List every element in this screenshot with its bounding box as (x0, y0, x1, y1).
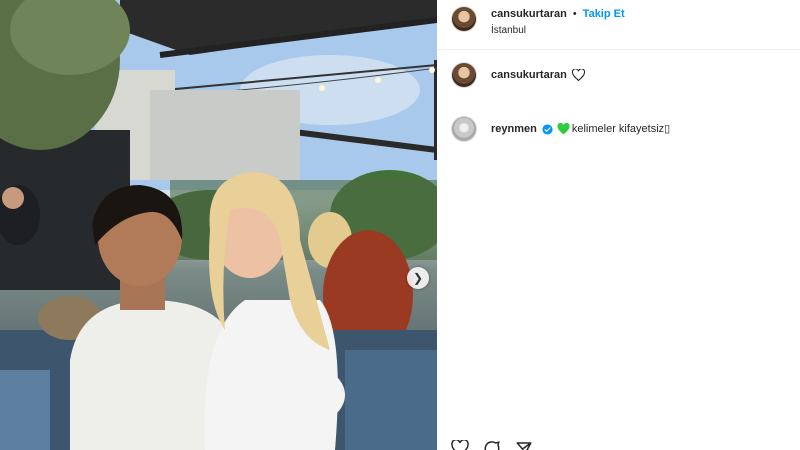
verified-badge-icon (542, 123, 553, 135)
author-username[interactable]: cansukurtaran (491, 7, 567, 21)
caption-username[interactable]: cansukurtaran (491, 68, 567, 82)
comment-icon[interactable] (483, 440, 501, 450)
comment-text-row: reynmen kelimeler kifayetsiz▯ (491, 122, 670, 136)
caption-comment: cansukurtaran (437, 62, 585, 88)
comment-item: reynmen kelimeler kifayetsiz▯ (437, 116, 670, 142)
share-icon[interactable] (515, 440, 533, 450)
post-actions-bar (451, 440, 533, 450)
post-location[interactable]: İstanbul (491, 25, 625, 36)
like-icon[interactable] (451, 440, 469, 450)
commenter-avatar[interactable] (451, 116, 477, 142)
post-header: cansukurtaran • Takip Et İstanbul (437, 0, 800, 50)
post-side-panel: cansukurtaran • Takip Et İstanbul cansuk… (437, 0, 800, 450)
heart-icon[interactable] (571, 69, 585, 81)
photo-illustration (0, 0, 437, 450)
post-photo[interactable]: ❯ (0, 0, 437, 450)
separator-dot: • (572, 8, 577, 20)
post-header-row: cansukurtaran • Takip Et (491, 7, 625, 21)
caption-avatar[interactable] (451, 62, 477, 88)
green-heart-icon (557, 123, 570, 135)
caption-text-row: cansukurtaran (491, 68, 585, 82)
author-avatar[interactable] (451, 6, 477, 32)
post-header-meta: cansukurtaran • Takip Et İstanbul (491, 7, 625, 36)
comment-body: kelimeler kifayetsiz▯ (571, 123, 671, 135)
follow-button[interactable]: Takip Et (583, 7, 625, 21)
carousel-next-button[interactable]: ❯ (407, 267, 429, 289)
commenter-username[interactable]: reynmen (491, 122, 537, 136)
chevron-right-icon: ❯ (412, 271, 424, 285)
